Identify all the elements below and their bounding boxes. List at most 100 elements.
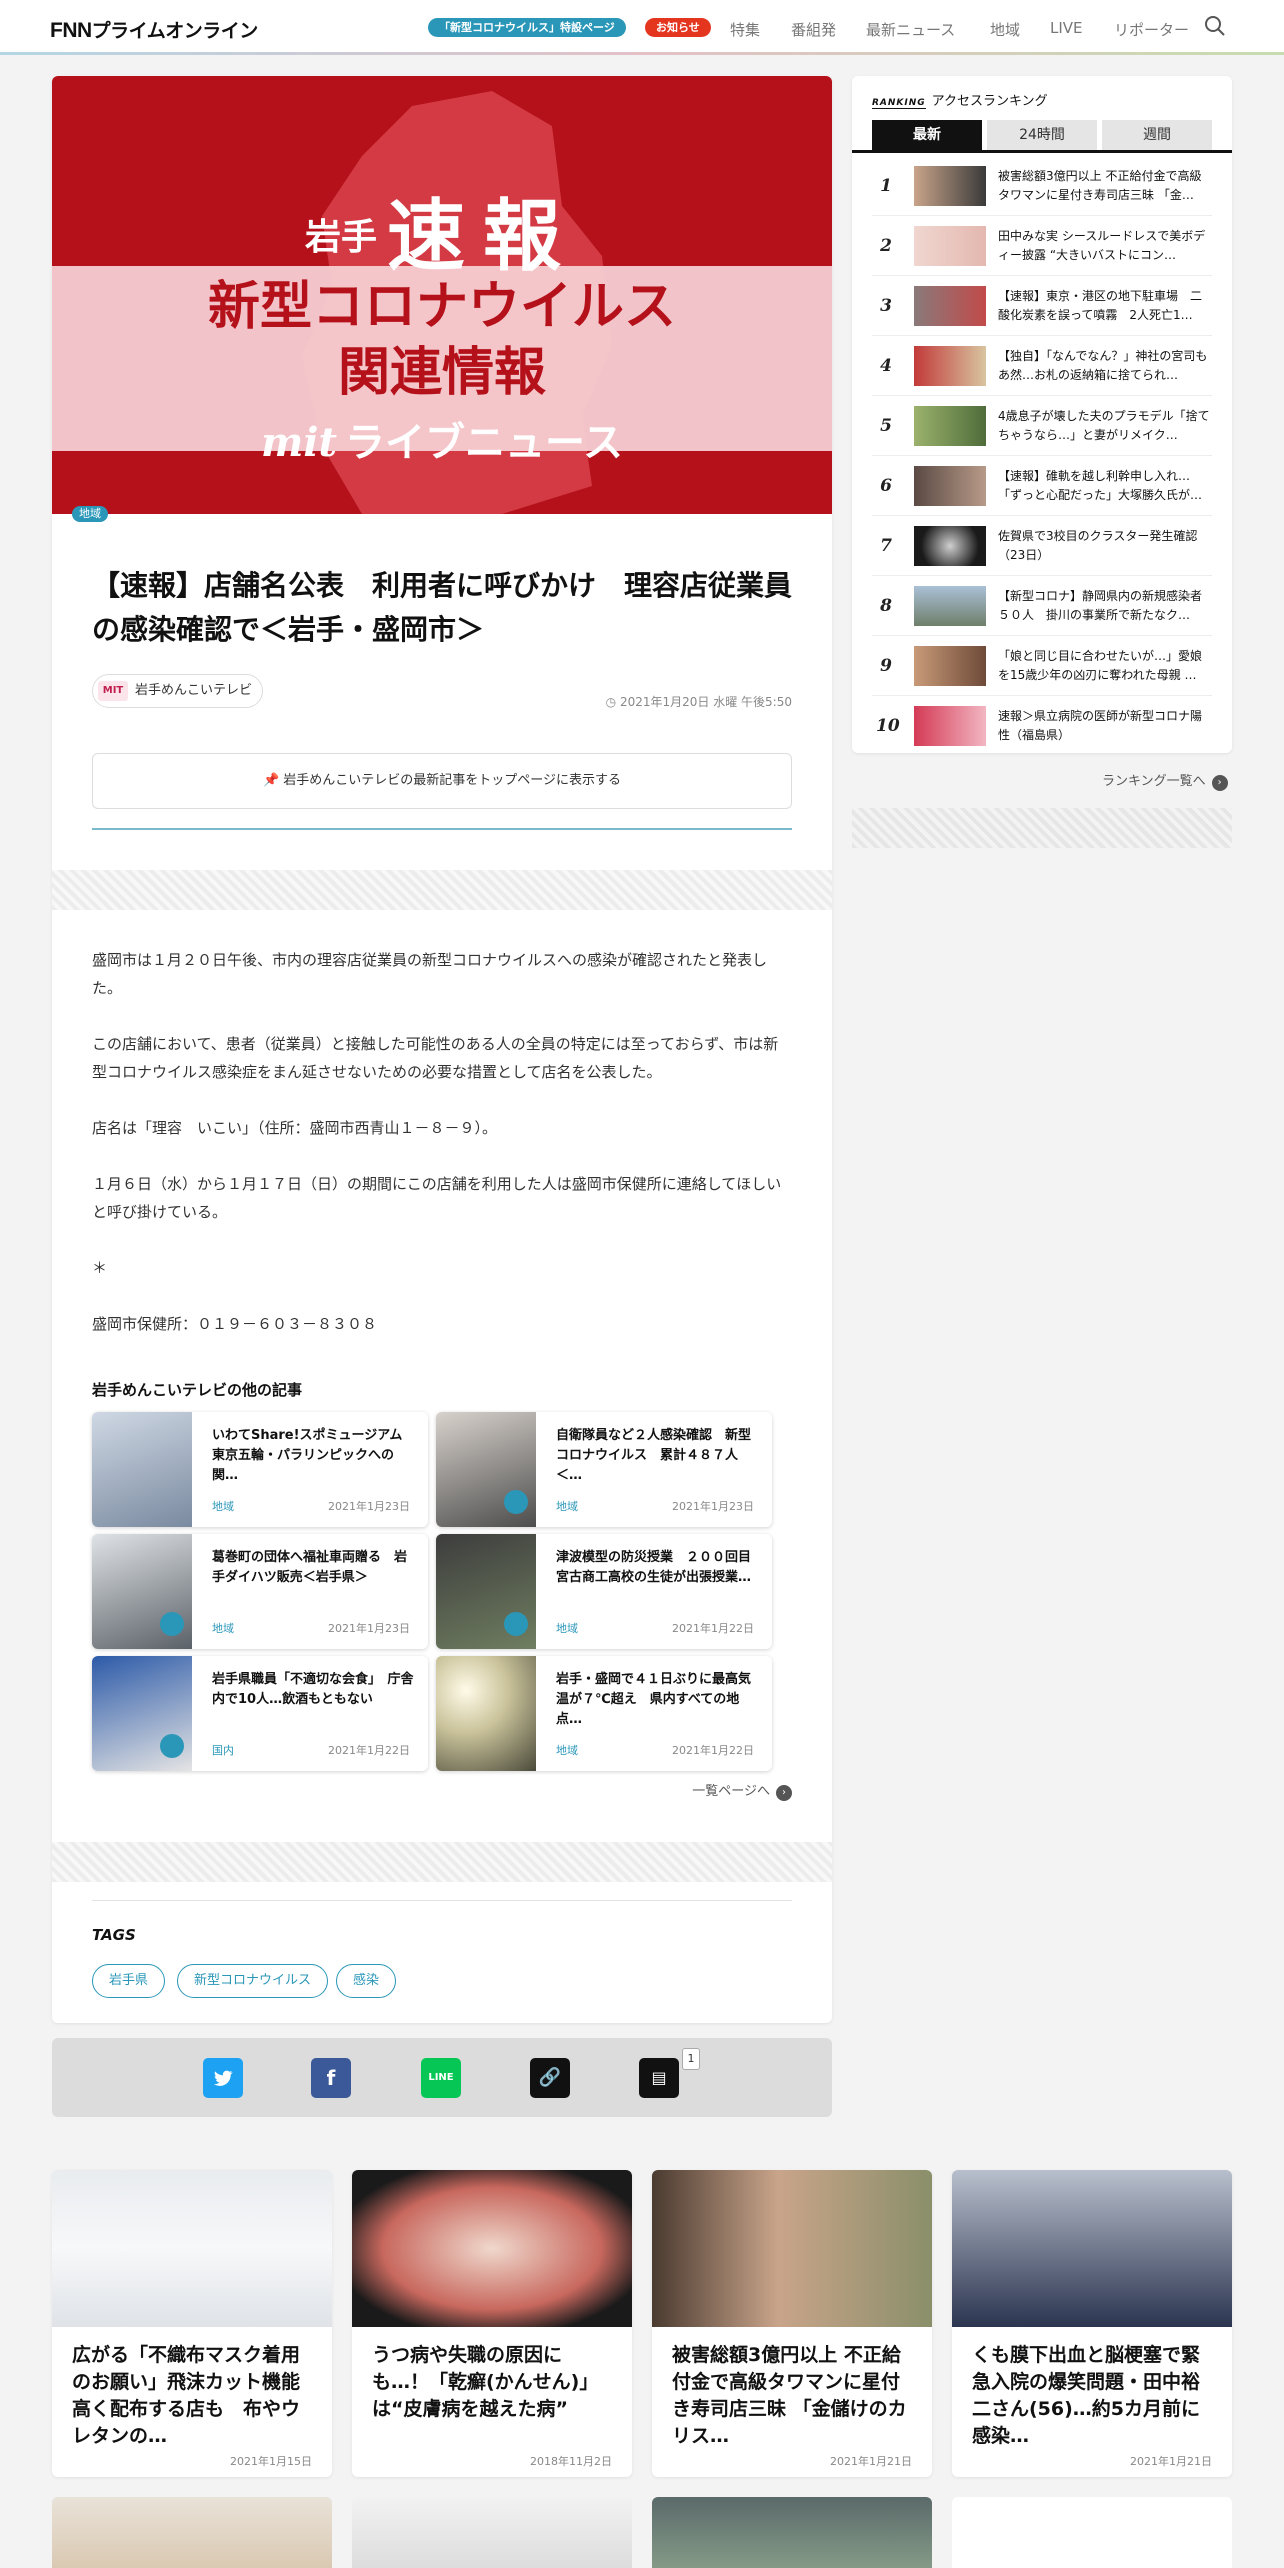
- ranking-item[interactable]: 10 速報＞県立病院の医師が新型コロナ陽性（福島県）: [872, 696, 1212, 756]
- publish-date: ◷ 2021年1月20日 水曜 午後5:50: [606, 693, 792, 710]
- site-logo[interactable]: FNNプライムオンライン: [50, 16, 258, 43]
- other-article-title: 岩手県職員「不適切な会食」 庁舎内で10人…飲酒もともない: [212, 1672, 414, 1707]
- nav-region[interactable]: 地域: [990, 19, 1020, 40]
- tags-heading: TAGS: [92, 1926, 136, 1944]
- comment-count: 1: [682, 2048, 700, 2070]
- ranking-title: 「娘と同じ目に合わせたいが…」愛娘を15歳少年の凶刃に奪われた母親 …: [998, 649, 1203, 682]
- publish-date-text: 2021年1月20日 水曜 午後5:50: [619, 695, 792, 709]
- recommended-card-partial[interactable]: [352, 2497, 632, 2568]
- recommended-card-partial[interactable]: [952, 2497, 1232, 2568]
- rank-number: 3: [880, 296, 892, 316]
- copy-link-button[interactable]: 🔗: [530, 2058, 570, 2098]
- ranking-item[interactable]: 3 【速報】東京・港区の地下駐車場 二酸化炭素を誤って噴霧 2人死亡1…: [872, 276, 1212, 336]
- article-paragraph: 店名は「理容 いこい」（住所：盛岡市西青山１－８－９）。: [92, 1119, 498, 1137]
- ranking-title: 【新型コロナ】静岡県内の新規感染者５０人 掛川の事業所で新たなク…: [998, 589, 1203, 622]
- ranking-item[interactable]: 7 佐賀県で3校目のクラスター発生確認（23日）: [872, 516, 1212, 576]
- recommended-card[interactable]: 被害総額3億円以上 不正給付金で高級タワマンに星付き寿司店三昧 「金儲けのカリス…: [652, 2170, 932, 2477]
- link-icon: 🔗: [538, 2067, 562, 2088]
- tag-covid[interactable]: 新型コロナウイルス: [177, 1964, 329, 1998]
- other-article-title: 自衛隊員など２人感染確認 新型コロナウイルス 累計４８７人＜…: [556, 1428, 752, 1483]
- article-thumbnail: [92, 1534, 192, 1649]
- recommended-title: うつ病や失職の原因にも…！「乾癬(かんせん)」は“皮膚病を越えた病”: [372, 2344, 599, 2420]
- comment-button[interactable]: ▤: [639, 2058, 679, 2098]
- notice-link[interactable]: お知らせ: [645, 18, 711, 37]
- recommended-card[interactable]: くも膜下出血と脳梗塞で緊急入院の爆笑問題・田中裕二さん(56)…約5カ月前に感染…: [952, 2170, 1232, 2477]
- follow-source-button[interactable]: 📌 岩手めんこいテレビの最新記事をトップページに表示する: [92, 753, 792, 809]
- recommended-image: [652, 2170, 932, 2327]
- recommended-date: 2021年1月21日: [1130, 2455, 1212, 2468]
- other-article-card[interactable]: いわてShare!スポミュージアム 東京五輪・パラリンピックへの関… 地域 20…: [92, 1412, 428, 1527]
- nav-programs[interactable]: 番組発: [791, 19, 836, 40]
- other-article-category: 国内: [212, 1744, 234, 1757]
- article-title: 【速報】店舗名公表 利用者に呼びかけ 理容店従業員の感染確認で＜岩手・盛岡市＞: [92, 569, 793, 646]
- other-article-card[interactable]: 自衛隊員など２人感染確認 新型コロナウイルス 累計４８７人＜… 地域 2021年…: [436, 1412, 772, 1527]
- nav-live[interactable]: LIVE: [1050, 19, 1083, 37]
- other-article-card[interactable]: 岩手・盛岡で４１日ぶりに最高気温が７℃超え 県内すべての地点… 地域 2021年…: [436, 1656, 772, 1771]
- ad-placeholder: [52, 870, 832, 910]
- tag-iwate[interactable]: 岩手県: [92, 1964, 166, 1998]
- facebook-share-button[interactable]: f: [311, 2058, 351, 2098]
- recommended-card[interactable]: 広がる「不織布マスク着用のお願い」飛沫カット機能高く配布する店も 布やウレタンの…: [52, 2170, 332, 2477]
- recommended-image: [352, 2170, 632, 2327]
- ranking-title: 田中みな実 シースルードレスで美ボディー披露 “大きいバストにコン…: [998, 229, 1206, 262]
- hero-brand: mit ライブニュース: [52, 412, 832, 474]
- article-thumbnail: [92, 1656, 192, 1771]
- recommended-image: [52, 2170, 332, 2327]
- recommended-date: 2018年11月2日: [530, 2455, 612, 2468]
- hero-flash-text: 速報: [387, 192, 580, 282]
- article-thumbnail: [436, 1656, 536, 1771]
- ranking-thumbnail: [914, 466, 986, 506]
- facebook-icon: f: [326, 2066, 336, 2090]
- ranking-logo: RANKING: [872, 98, 926, 109]
- tag-infection[interactable]: 感染: [336, 1964, 397, 1998]
- ranking-item[interactable]: 9 「娘と同じ目に合わせたいが…」愛娘を15歳少年の凶刃に奪われた母親 …: [872, 636, 1212, 696]
- other-article-card[interactable]: 葛巻町の団体へ福祉車両贈る 岩手ダイハツ販売＜岩手県＞ 地域 2021年1月23…: [92, 1534, 428, 1649]
- ranking-thumbnail: [914, 346, 986, 386]
- article-paragraph: １月６日（水）から１月１７日（日）の期間にこの店舗を利用した人は盛岡市保健所に連…: [92, 1175, 782, 1221]
- other-article-card[interactable]: 津波模型の防災授業 ２００回目 宮古商工高校の生徒が出張授業… 地域 2021年…: [436, 1534, 772, 1649]
- nav-feature[interactable]: 特集: [730, 19, 760, 40]
- nav-reporter[interactable]: リポーター: [1114, 19, 1189, 40]
- hero-line2: 関連情報: [337, 343, 546, 403]
- search-icon[interactable]: [1204, 15, 1226, 37]
- other-article-category: 地域: [212, 1500, 234, 1513]
- line-share-button[interactable]: LINE: [421, 2058, 461, 2098]
- article-paragraph: 盛岡市は１月２０日午後、市内の理容店従業員の新型コロナウイルスへの感染が確認され…: [92, 951, 768, 997]
- source-chip[interactable]: MIT 岩手めんこいテレビ: [92, 674, 264, 708]
- site-header: FNNプライムオンライン 「新型コロナウイルス」特設ページ お知らせ 特集 番組…: [0, 0, 1284, 55]
- recommended-card-partial[interactable]: [652, 2497, 932, 2568]
- other-articles-more-link[interactable]: 一覧ページへ ›: [692, 1780, 792, 1801]
- ranking-thumbnail: [914, 646, 986, 686]
- recommended-card[interactable]: うつ病や失職の原因にも…！「乾癬(かんせん)」は“皮膚病を越えた病” 2018年…: [352, 2170, 632, 2477]
- ranking-more-link[interactable]: ランキング一覧へ ›: [1102, 770, 1228, 791]
- tab-24h[interactable]: 24時間: [987, 120, 1097, 150]
- ranking-heading: RANKING アクセスランキング: [872, 90, 1048, 109]
- hero-flash: 岩手 速報: [52, 174, 832, 286]
- ranking-thumbnail: [914, 226, 986, 266]
- tab-weekly[interactable]: 週間: [1102, 120, 1212, 150]
- article-thumbnail: [436, 1534, 536, 1649]
- nav-latest[interactable]: 最新ニュース: [866, 19, 955, 40]
- recommended-date: 2021年1月21日: [830, 2455, 912, 2468]
- ranking-title: 佐賀県で3校目のクラスター発生確認（23日）: [998, 529, 1198, 562]
- area-tag[interactable]: 地域: [72, 506, 108, 522]
- video-icon: [504, 1490, 528, 1514]
- ranking-item[interactable]: 8 【新型コロナ】静岡県内の新規感染者５０人 掛川の事業所で新たなク…: [872, 576, 1212, 636]
- ranking-item[interactable]: 1 被害総額3億円以上 不正給付金で高級タワマンに星付き寿司店三昧 「金…: [872, 156, 1212, 216]
- ranking-item[interactable]: 6 【速報】碓軌を越し利幹申し入れ…「ずっと心配だった」大塚勝久氏が…: [872, 456, 1212, 516]
- other-article-card[interactable]: 岩手県職員「不適切な会食」 庁舎内で10人…飲酒もともない 国内 2021年1月…: [92, 1656, 428, 1771]
- covid-special-link[interactable]: 「新型コロナウイルス」特設ページ: [428, 18, 626, 37]
- rank-number: 2: [880, 236, 892, 256]
- twitter-share-button[interactable]: [203, 2058, 243, 2098]
- ranking-item[interactable]: 2 田中みな実 シースルードレスで美ボディー披露 “大きいバストにコン…: [872, 216, 1212, 276]
- other-articles-heading: 岩手めんこいテレビの他の記事: [92, 1381, 303, 1399]
- other-article-date: 2021年1月22日: [672, 1744, 754, 1757]
- ranking-tab-bar: [852, 150, 1232, 153]
- tab-latest[interactable]: 最新: [872, 120, 982, 150]
- ranking-item[interactable]: 4 【独自】「なんでなん？」神社の宮司もあ然…お札の返納箱に捨てられ…: [872, 336, 1212, 396]
- ranking-item[interactable]: 5 4歳息子が壊した夫のプラモデル「捨てちゃうなら…」と妻がリメイク…: [872, 396, 1212, 456]
- recommended-title: くも膜下出血と脳梗塞で緊急入院の爆笑問題・田中裕二さん(56)…約5カ月前に感染…: [972, 2344, 1201, 2447]
- rank-number: 8: [880, 596, 892, 616]
- other-article-date: 2021年1月23日: [328, 1622, 410, 1635]
- recommended-card-partial[interactable]: [52, 2497, 332, 2568]
